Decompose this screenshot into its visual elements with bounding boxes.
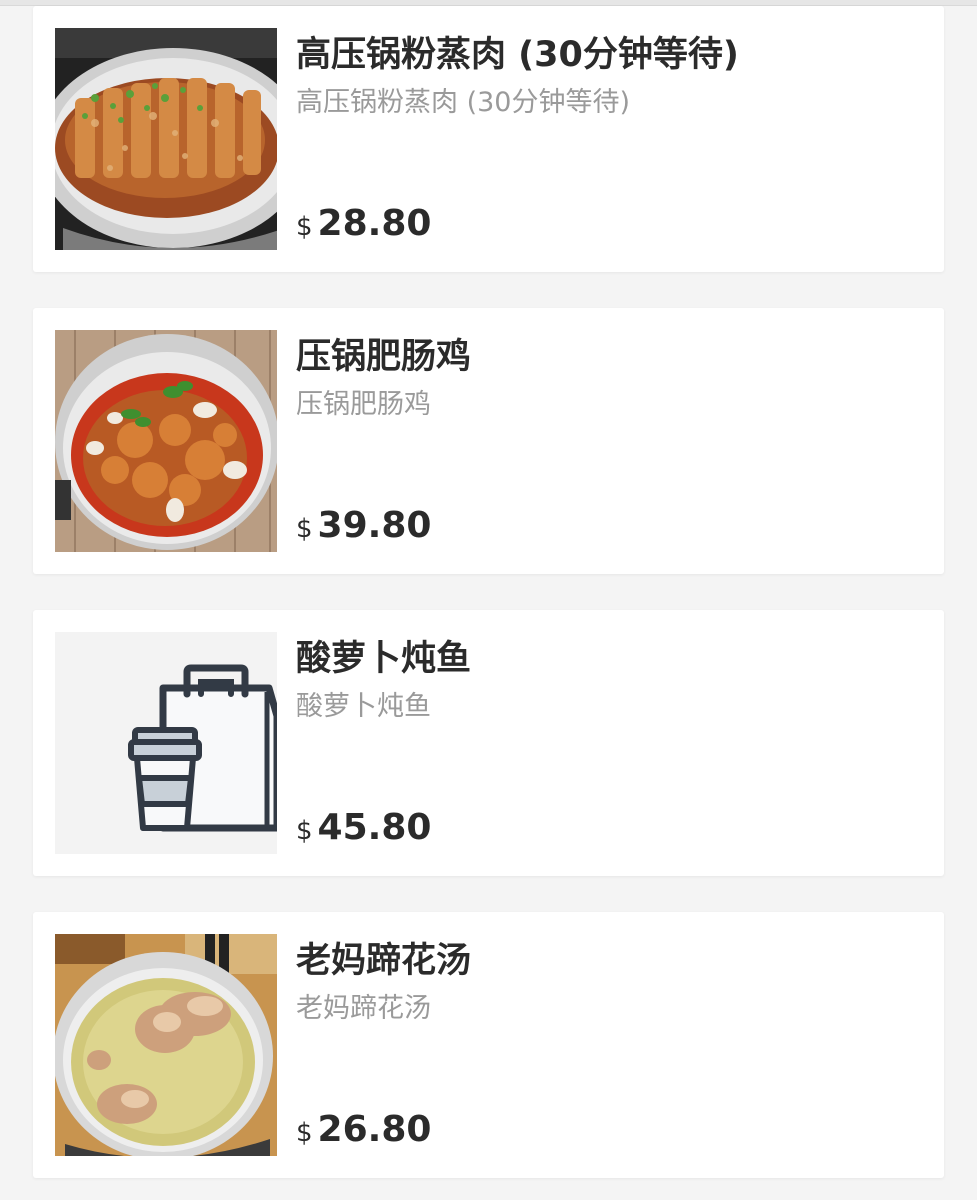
menu-item-price: $45.80	[296, 807, 431, 848]
menu-item-description: 酸萝卜炖鱼	[296, 691, 431, 722]
menu-item-title: 高压锅粉蒸肉 (30分钟等待)	[296, 35, 739, 75]
price-amount: 45.80	[317, 807, 432, 848]
menu-item-price: $39.80	[296, 505, 431, 546]
pork-trotter-soup-photo[interactable]	[55, 934, 277, 1156]
currency-symbol: $	[296, 514, 313, 544]
menu-item-description: 压锅肥肠鸡	[296, 389, 431, 420]
price-amount: 28.80	[317, 203, 432, 244]
menu-item-description: 高压锅粉蒸肉 (30分钟等待)	[296, 87, 631, 118]
steamed-pork-image	[55, 28, 277, 250]
menu-item-card[interactable]: 高压锅粉蒸肉 (30分钟等待) 高压锅粉蒸肉 (30分钟等待) $28.80	[33, 6, 944, 272]
takeout-placeholder-icon[interactable]	[55, 632, 277, 854]
menu-item-title: 老妈蹄花汤	[296, 941, 472, 981]
chicken-intestine-photo[interactable]	[55, 330, 277, 552]
menu-item-card[interactable]: 老妈蹄花汤 老妈蹄花汤 $26.80	[33, 912, 944, 1178]
price-amount: 39.80	[317, 505, 432, 546]
currency-symbol: $	[296, 1118, 313, 1148]
menu-item-card[interactable]: 压锅肥肠鸡 压锅肥肠鸡 $39.80	[33, 308, 944, 574]
currency-symbol: $	[296, 212, 313, 242]
price-amount: 26.80	[317, 1109, 432, 1150]
menu-item-title: 酸萝卜炖鱼	[296, 639, 472, 679]
menu-item-price: $26.80	[296, 1109, 431, 1150]
menu-item-card[interactable]: 酸萝卜炖鱼 酸萝卜炖鱼 $45.80	[33, 610, 944, 876]
takeout-bag-cup-icon	[55, 632, 277, 854]
steamed-pork-photo[interactable]	[55, 28, 277, 250]
chicken-intestine-image	[55, 330, 277, 552]
currency-symbol: $	[296, 816, 313, 846]
menu-item-price: $28.80	[296, 203, 431, 244]
menu-item-title: 压锅肥肠鸡	[296, 337, 472, 377]
pork-trotter-soup-image	[55, 934, 277, 1156]
menu-item-list: 高压锅粉蒸肉 (30分钟等待) 高压锅粉蒸肉 (30分钟等待) $28.80 压…	[0, 0, 977, 1200]
menu-item-description: 老妈蹄花汤	[296, 993, 431, 1024]
